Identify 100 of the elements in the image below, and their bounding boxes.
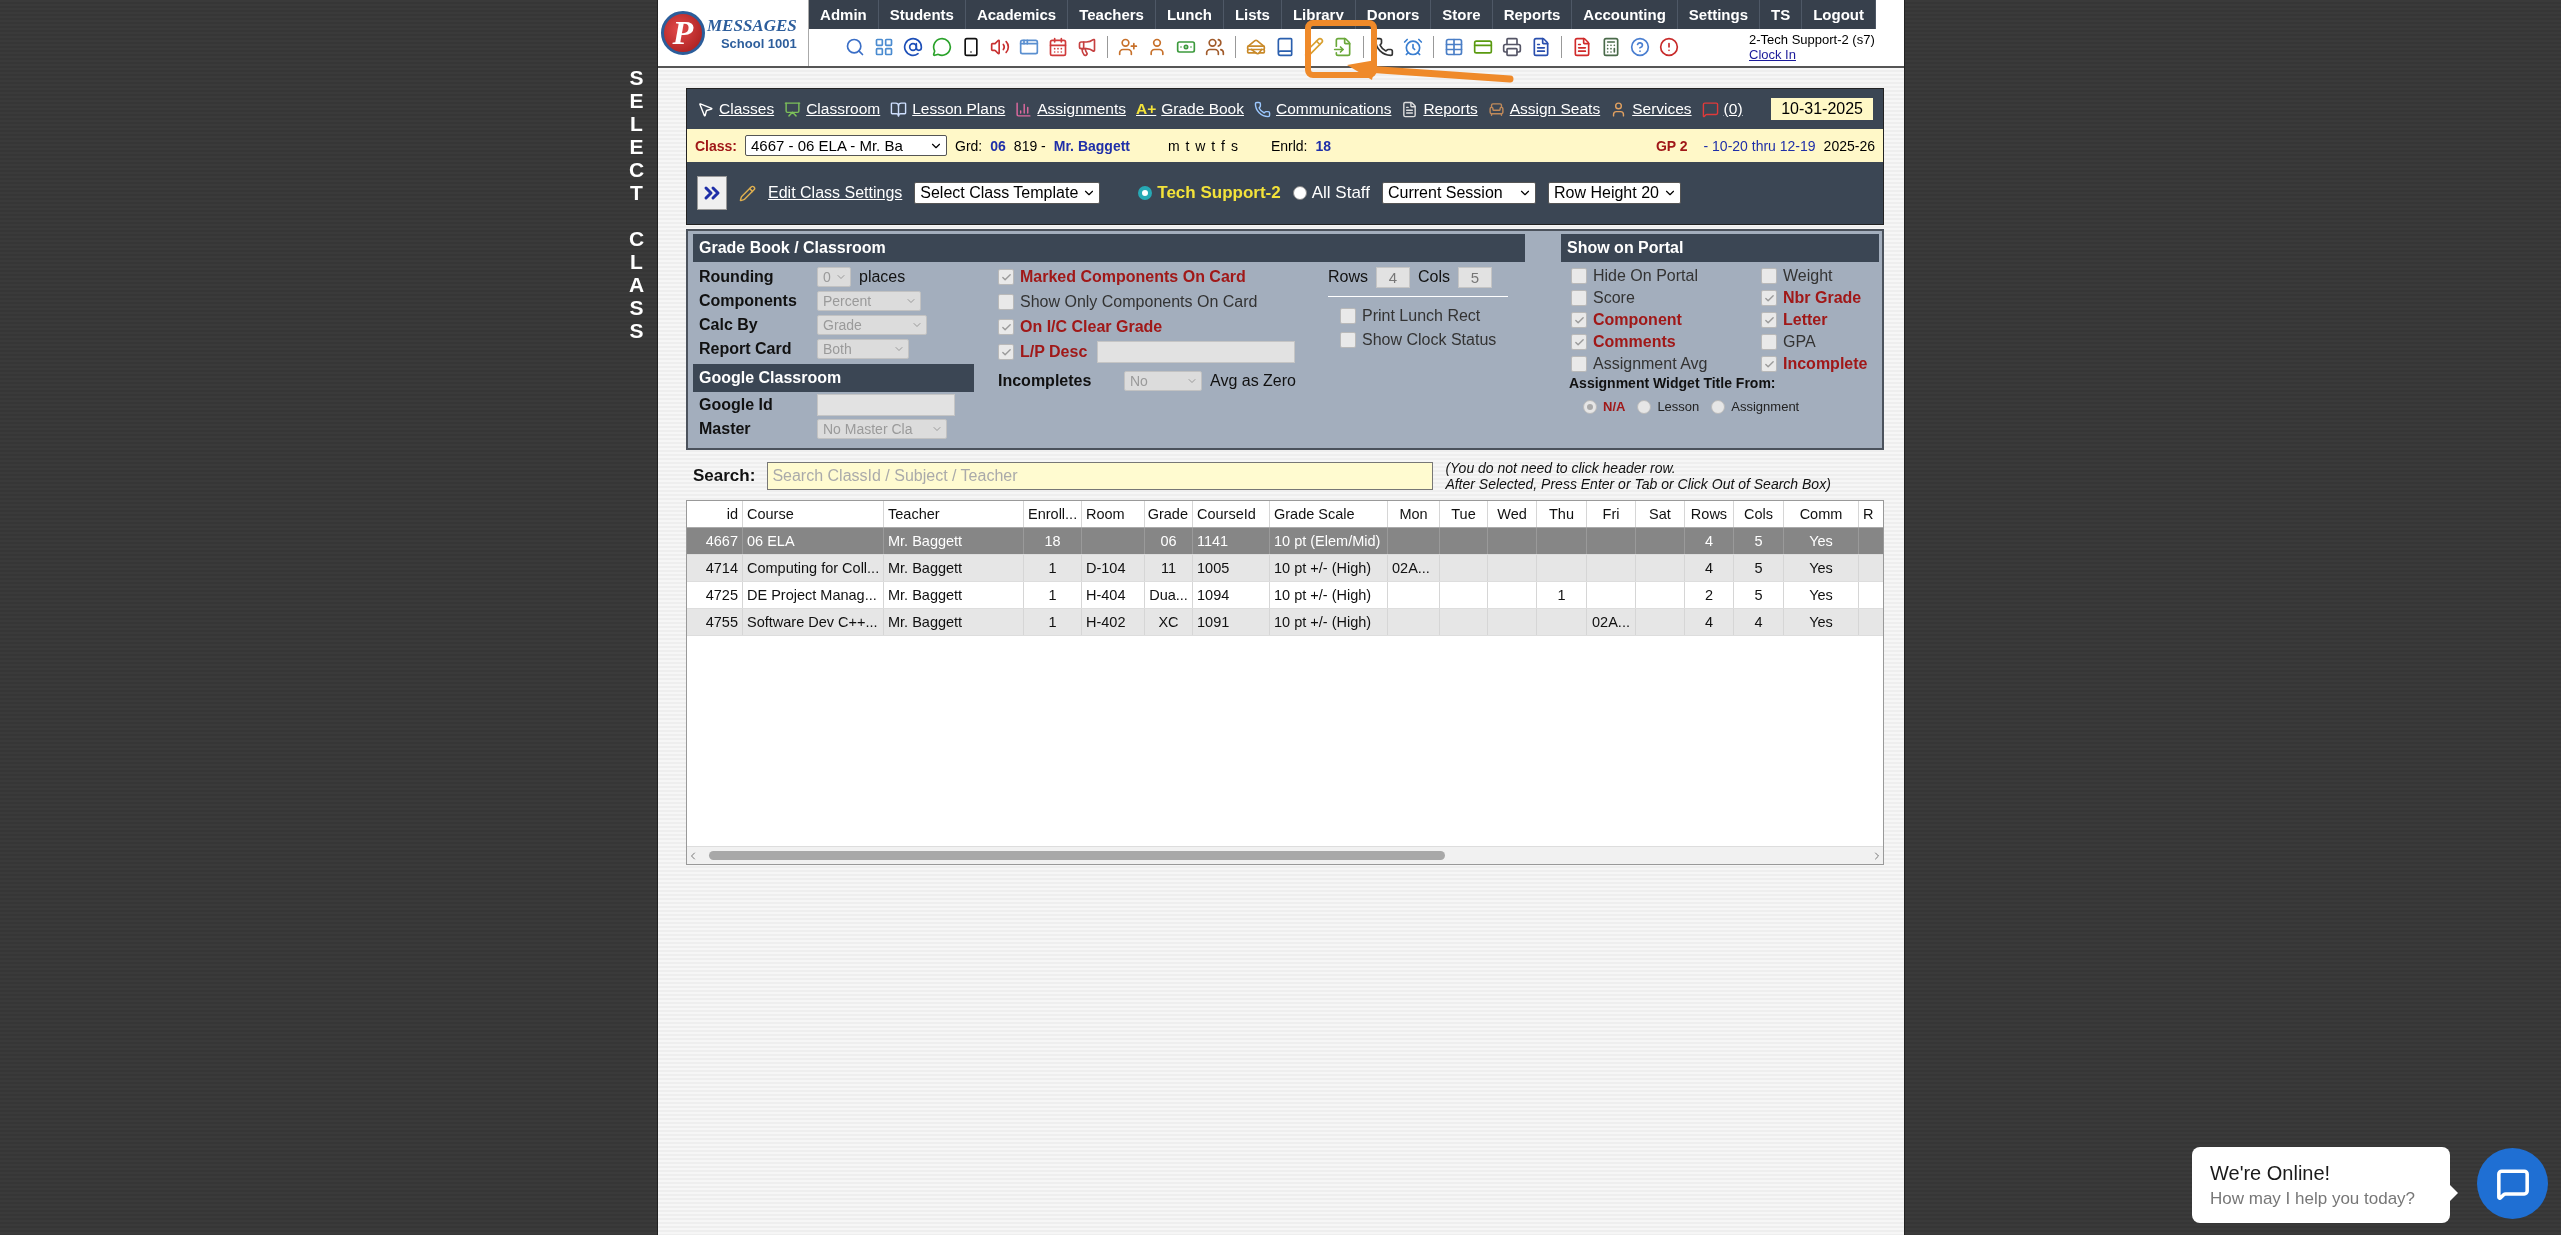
table-icon[interactable] [1444, 36, 1465, 57]
staff-radio[interactable]: Tech Support-2 [1138, 183, 1281, 203]
option-checkbox-label[interactable]: On I/C Clear Grade [998, 316, 1163, 338]
widget-radio[interactable]: Lesson [1637, 399, 1700, 414]
alert-icon[interactable] [1659, 36, 1680, 57]
document-arrow-icon[interactable] [1333, 36, 1354, 57]
class-select[interactable]: 4667 - 06 ELA - Mr. Ba [745, 135, 948, 156]
column-header[interactable]: id [687, 501, 743, 528]
menu-item[interactable]: Library [1281, 0, 1356, 29]
table-row[interactable]: 4725 DE Project Manag... Mr. Baggett 1 H-404 Dua... 1094 10 pt +/- (High) 1 2 5 Yes [687, 582, 1883, 610]
checkbox[interactable] [1571, 312, 1587, 328]
checkbox[interactable] [1761, 356, 1777, 372]
user-plus-icon[interactable] [1118, 36, 1139, 57]
column-header[interactable]: Teacher [884, 501, 1024, 528]
nav-link[interactable]: Assign Seats [1487, 100, 1601, 118]
checkbox[interactable] [998, 344, 1014, 360]
option-checkbox-label[interactable]: Incomplete [1761, 353, 1879, 375]
grid-icon[interactable] [874, 36, 895, 57]
search-field[interactable]: Search ClassId / Subject / Teacher [767, 462, 1434, 491]
column-header[interactable]: Grade [1145, 501, 1193, 528]
menu-item[interactable]: Teachers [1068, 0, 1156, 29]
column-header[interactable]: Mon [1388, 501, 1440, 528]
widget-radio[interactable]: N/A [1583, 399, 1626, 414]
table-row[interactable]: 4714 Computing for Coll... Mr. Baggett 1 D-104 11 1005 10 pt +/- (High) 02A... 4 5 Yes [687, 555, 1883, 583]
option-checkbox-label[interactable]: Score [1571, 287, 1761, 309]
menu-item[interactable]: Accounting [1572, 0, 1678, 29]
template-select[interactable]: Select Class Template [914, 182, 1101, 204]
checkbox[interactable] [1761, 334, 1777, 350]
column-header[interactable]: Sat [1636, 501, 1685, 528]
column-header[interactable]: Thu [1537, 501, 1587, 528]
option-checkbox-label[interactable]: GPA [1761, 331, 1879, 353]
column-header[interactable]: Room [1082, 501, 1145, 528]
description-field[interactable] [1097, 341, 1296, 363]
menu-item[interactable]: TS [1760, 0, 1803, 29]
checkbox[interactable] [1761, 290, 1777, 306]
column-header[interactable]: Wed [1488, 501, 1537, 528]
column-header[interactable]: CourseId [1193, 501, 1270, 528]
nav-link[interactable]: Assignments [1015, 100, 1126, 118]
alarm-clock-icon[interactable] [1403, 36, 1424, 57]
nav-link[interactable]: Communications [1254, 100, 1392, 118]
book-icon[interactable] [1275, 36, 1296, 57]
expand-button[interactable] [697, 176, 727, 210]
option-checkbox-label[interactable]: Letter [1761, 309, 1879, 331]
calendar-icon[interactable] [1048, 36, 1069, 57]
column-header[interactable]: Course [743, 501, 884, 528]
menu-item[interactable]: Lists [1223, 0, 1282, 29]
widget-radio[interactable]: Assignment [1711, 399, 1800, 414]
session-select[interactable]: Current Session [1382, 182, 1536, 204]
staff-radio[interactable]: All Staff [1292, 183, 1370, 203]
table-row[interactable]: 4755 Software Dev C++... Mr. Baggett 1 H-402 XC 1091 10 pt +/- (High) 02A... 4 4 Yes [687, 609, 1883, 637]
checkbox[interactable] [1571, 268, 1587, 284]
column-header[interactable]: Enroll... [1024, 501, 1082, 528]
checkbox[interactable] [1571, 290, 1587, 306]
column-header[interactable]: Comm [1784, 501, 1859, 528]
column-header[interactable]: Grade Scale [1270, 501, 1388, 528]
checkbox[interactable] [1340, 308, 1356, 324]
at-sign-icon[interactable] [903, 36, 924, 57]
checkbox[interactable] [998, 269, 1014, 285]
google-id-field[interactable] [817, 394, 955, 416]
option-checkbox-label[interactable]: Assignment Avg [1571, 353, 1761, 375]
checkbox[interactable] [1761, 268, 1777, 284]
column-header[interactable]: Cols [1734, 501, 1784, 528]
megaphone-icon[interactable] [1077, 36, 1098, 57]
option-checkbox-label[interactable]: Weight [1761, 265, 1879, 287]
clock-in-link[interactable]: Clock In [1749, 46, 1796, 62]
checkbox[interactable] [1571, 356, 1587, 372]
edit-settings-link[interactable]: Edit Class Settings [768, 184, 903, 202]
option-checkbox-label[interactable]: Show Only Components On Card [998, 291, 1258, 313]
nav-link[interactable]: Lesson Plans [890, 100, 1006, 118]
menu-item[interactable]: Admin [809, 0, 879, 29]
phone-handset-icon[interactable] [1374, 36, 1395, 57]
checkbox[interactable] [1761, 312, 1777, 328]
speaker-icon[interactable] [990, 36, 1011, 57]
menu-item[interactable]: Logout [1802, 0, 1876, 29]
option-checkbox-label[interactable]: Hide On Portal [1571, 265, 1761, 287]
help-icon[interactable] [1630, 36, 1651, 57]
nav-link[interactable]: Services [1610, 100, 1692, 118]
nav-link[interactable]: Reports [1401, 100, 1478, 118]
menu-item[interactable]: Settings [1677, 0, 1760, 29]
option-checkbox-label[interactable]: Show Clock Status [1328, 329, 1508, 351]
column-header[interactable]: Rows [1685, 501, 1734, 528]
chat-bubble[interactable]: We're Online! How may I help you today? [2192, 1147, 2450, 1223]
menu-item[interactable]: Store [1431, 0, 1493, 29]
option-checkbox-label[interactable]: Component [1571, 309, 1761, 331]
checkbox[interactable] [1340, 332, 1356, 348]
table-row[interactable]: 4667 06 ELA Mr. Baggett 18 06 1141 10 pt (Elem/Mid) 4 5 Yes [687, 528, 1883, 556]
checkbox[interactable] [1571, 334, 1587, 350]
nav-link[interactable]: Classroom [784, 100, 881, 118]
menu-item[interactable]: Reports [1492, 0, 1573, 29]
option-checkbox-label[interactable]: Marked Components On Card [998, 266, 1246, 288]
checkbox[interactable] [998, 319, 1014, 335]
checkbox[interactable] [998, 294, 1014, 310]
option-checkbox-label[interactable]: Print Lunch Rect [1328, 305, 1508, 327]
row-height-select[interactable]: Row Height 20 [1548, 182, 1681, 204]
nav-link[interactable]: (0) [1701, 100, 1743, 118]
nav-link[interactable]: A+ Grade Book [1136, 100, 1244, 118]
chat-bubble-icon[interactable] [932, 36, 953, 57]
users-icon[interactable] [1205, 36, 1226, 57]
printer-icon[interactable] [1502, 36, 1523, 57]
menu-item[interactable]: Donors [1355, 0, 1432, 29]
